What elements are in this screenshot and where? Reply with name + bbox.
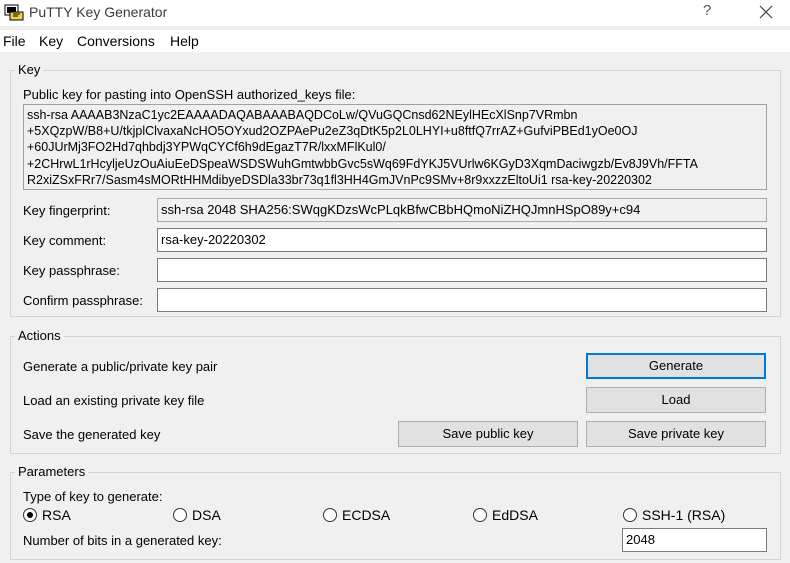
public-key-textbox[interactable]: ssh-rsa AAAAB3NzaC1yc2EAAAADAQABAAABAQDC…: [23, 104, 767, 190]
save-description: Save the generated key: [23, 427, 161, 442]
radio-eddsa-indicator: [473, 508, 487, 522]
save-private-key-button[interactable]: Save private key: [586, 421, 766, 447]
radio-dsa-label: DSA: [192, 507, 221, 523]
load-button[interactable]: Load: [586, 387, 766, 413]
public-key-line: ssh-rsa AAAAB3NzaC1yc2EAAAADAQABAAABAQDC…: [27, 108, 578, 122]
title-bar: PuTTY Key Generator ?: [0, 0, 790, 26]
fingerprint-field[interactable]: ssh-rsa 2048 SHA256:SWqgKDzsWcPLqkBfwCBb…: [157, 198, 767, 222]
radio-ssh1-rsa-indicator: [623, 508, 637, 522]
bits-label: Number of bits in a generated key:: [23, 533, 222, 548]
radio-ecdsa-indicator: [323, 508, 337, 522]
radio-ssh1-rsa-label: SSH-1 (RSA): [642, 507, 726, 523]
window-title: PuTTY Key Generator: [29, 4, 168, 20]
radio-rsa-indicator: [23, 508, 37, 522]
passphrase-field[interactable]: [157, 258, 767, 282]
parameters-group-label: Parameters: [15, 464, 89, 479]
comment-label: Key comment:: [23, 233, 107, 248]
confirm-passphrase-label: Confirm passphrase:: [23, 293, 143, 308]
actions-group-label: Actions: [15, 328, 64, 343]
comment-field[interactable]: rsa-key-20220302: [157, 228, 767, 252]
menu-help[interactable]: Help: [170, 33, 199, 49]
key-type-label: Type of key to generate:: [23, 489, 163, 504]
public-key-line: +5XQzpW/B8+U/tkjplClvaxaNcHO5OYxud2OZPAe…: [27, 124, 638, 139]
passphrase-label: Key passphrase:: [23, 263, 120, 278]
bits-field[interactable]: 2048: [622, 528, 767, 552]
menu-file[interactable]: File: [3, 33, 26, 49]
radio-rsa[interactable]: RSA: [23, 506, 71, 524]
public-key-line: R2xiZSxFRr7/Sasm4sMORtHHMdibyeDSDla33br7…: [27, 172, 652, 187]
generate-button[interactable]: Generate: [586, 353, 766, 379]
radio-ecdsa-label: ECDSA: [342, 507, 391, 523]
help-question-icon[interactable]: ?: [703, 2, 711, 19]
confirm-passphrase-field[interactable]: [157, 288, 767, 312]
key-group-label: Key: [15, 62, 44, 77]
radio-dsa-indicator: [173, 508, 187, 522]
close-icon[interactable]: [754, 1, 778, 23]
menu-key[interactable]: Key: [39, 33, 63, 49]
public-key-line: +60JUrMj3FO2Hd7qhbdj3YPWqCYCf6h9dEgazT7R…: [27, 140, 386, 155]
public-key-line: +2CHrwL1rHcyljeUzOuAiuEeDSpeaWSDSWuhGmtw…: [27, 156, 698, 171]
menu-bar: File Key Conversions Help: [0, 30, 790, 52]
fingerprint-label: Key fingerprint:: [23, 203, 111, 218]
public-key-scrollbar[interactable]: [749, 105, 766, 189]
radio-eddsa[interactable]: EdDSA: [473, 506, 538, 524]
radio-ecdsa[interactable]: ECDSA: [323, 506, 390, 524]
load-description: Load an existing private key file: [23, 393, 205, 408]
generate-description: Generate a public/private key pair: [23, 359, 218, 374]
radio-rsa-label: RSA: [42, 507, 71, 523]
menu-conversions[interactable]: Conversions: [77, 33, 155, 49]
radio-eddsa-label: EdDSA: [492, 507, 538, 523]
putty-app-icon[interactable]: [4, 2, 24, 22]
radio-dsa[interactable]: DSA: [173, 506, 221, 524]
save-public-key-button[interactable]: Save public key: [398, 421, 578, 447]
public-key-label: Public key for pasting into OpenSSH auth…: [23, 87, 356, 102]
radio-ssh1-rsa[interactable]: SSH-1 (RSA): [623, 506, 725, 524]
